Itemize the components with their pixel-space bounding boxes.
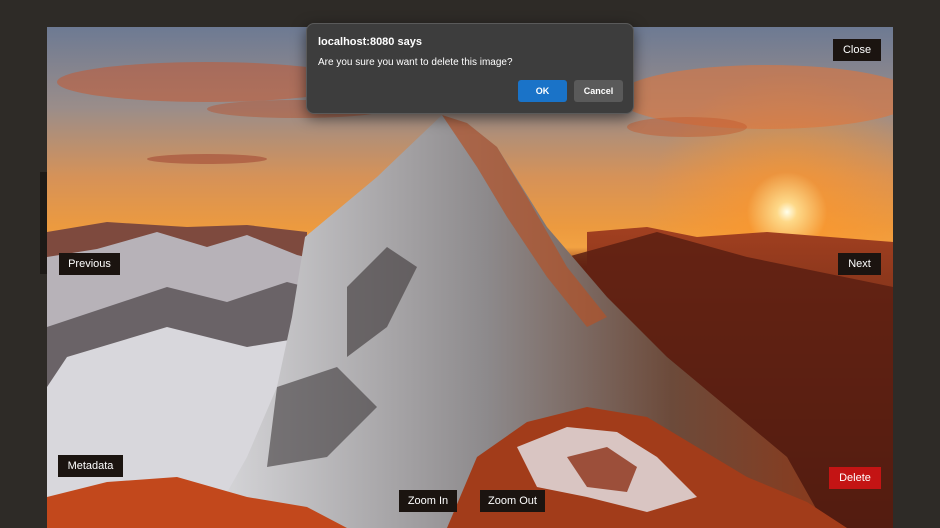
zoom-out-button[interactable]: Zoom Out bbox=[480, 490, 545, 512]
side-panel-handle bbox=[40, 172, 47, 274]
dialog-message: Are you sure you want to delete this ima… bbox=[318, 57, 513, 68]
next-button[interactable]: Next bbox=[838, 253, 881, 275]
metadata-button[interactable]: Metadata bbox=[58, 455, 123, 477]
ok-button[interactable]: OK bbox=[518, 80, 567, 102]
confirm-dialog: localhost:8080 says Are you sure you wan… bbox=[306, 23, 634, 114]
previous-button[interactable]: Previous bbox=[59, 253, 120, 275]
delete-button[interactable]: Delete bbox=[829, 467, 881, 489]
cancel-button[interactable]: Cancel bbox=[574, 80, 623, 102]
zoom-in-button[interactable]: Zoom In bbox=[399, 490, 457, 512]
close-button[interactable]: Close bbox=[833, 39, 881, 61]
dialog-title: localhost:8080 says bbox=[318, 36, 422, 48]
